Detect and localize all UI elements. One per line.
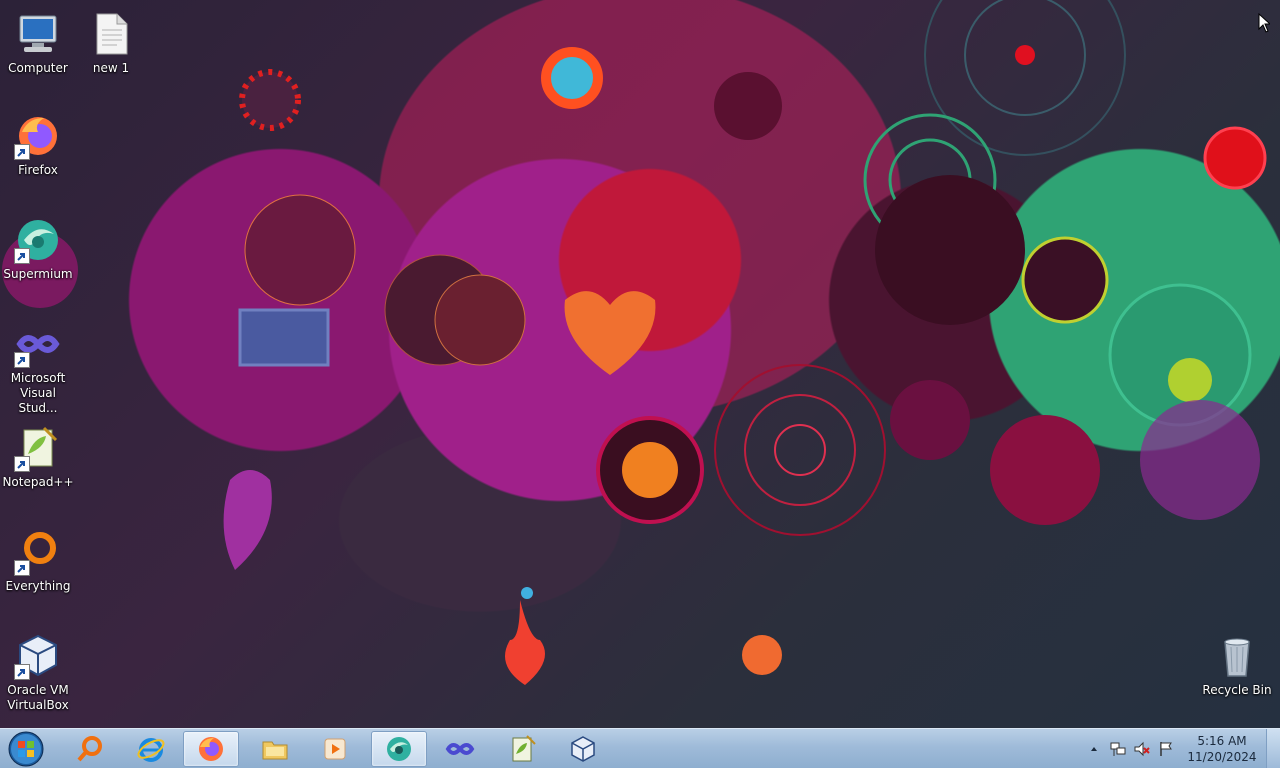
show-hidden-icons-icon[interactable]: [1082, 737, 1106, 761]
desktop-icon-label: Everything: [5, 579, 71, 593]
taskbar-button-internet-explorer[interactable]: [123, 731, 179, 767]
firefox-icon: [199, 737, 223, 761]
clock-time: 5:16 AM: [1197, 734, 1247, 748]
virtualbox-icon: [14, 632, 62, 680]
desktop-icon-label: Computer: [8, 61, 68, 75]
desktop-icon-label: Supermium: [3, 267, 73, 281]
system-tray: 5:16 AM 11/20/2024: [1082, 729, 1280, 768]
desktop-icon-everything[interactable]: Everything: [0, 528, 76, 594]
desktop-icon-supermium[interactable]: Supermium: [0, 216, 76, 282]
start-button[interactable]: [4, 730, 48, 768]
taskbar-button-search-everything[interactable]: [62, 731, 118, 767]
visual-studio-icon: [14, 320, 62, 368]
shortcut-arrow-icon: [14, 664, 30, 680]
internet-explorer-icon: [137, 738, 165, 762]
everything-icon: [14, 528, 62, 576]
desktop-icon-label: Notepad++: [2, 475, 74, 489]
desktop-icon-recycle-bin[interactable]: Recycle Bin: [1199, 632, 1275, 698]
desktop-icon-label: Firefox: [18, 163, 58, 177]
network-icon[interactable]: [1106, 737, 1130, 761]
media-player-icon: [324, 738, 346, 760]
desktop-icon-visual-studio[interactable]: Microsoft Visual Stud...: [0, 320, 76, 416]
firefox-icon: [14, 112, 62, 160]
taskbar-button-media-player[interactable]: [307, 731, 363, 767]
mouse-cursor-icon: [1258, 13, 1270, 33]
recycle-bin-icon: [1213, 632, 1261, 680]
shortcut-arrow-icon: [14, 248, 30, 264]
desktop-icon-computer[interactable]: Computer: [0, 10, 76, 76]
desktop-icon-new-1[interactable]: new 1: [73, 10, 149, 76]
show-desktop-button[interactable]: [1266, 729, 1280, 768]
visual-studio-icon: [445, 743, 475, 755]
notepadpp-icon: [14, 424, 62, 472]
notepadpp-icon: [512, 735, 536, 762]
taskbar-button-file-explorer[interactable]: [247, 731, 303, 767]
virtualbox-icon: [571, 736, 595, 762]
desktop-icon-firefox[interactable]: Firefox: [0, 112, 76, 178]
start-orb-icon: [8, 731, 44, 767]
shortcut-arrow-icon: [14, 456, 30, 472]
taskbar-button-visual-studio[interactable]: [432, 731, 488, 767]
desktop-icon-label: Oracle VM VirtualBox: [7, 683, 69, 712]
taskbar-button-firefox[interactable]: [183, 731, 239, 767]
clock-date: 11/20/2024: [1187, 750, 1257, 764]
taskbar-button-virtualbox[interactable]: [555, 731, 611, 767]
taskbar: 5:16 AM 11/20/2024: [0, 728, 1280, 768]
action-center-flag-icon[interactable]: [1154, 737, 1178, 761]
shortcut-arrow-icon: [14, 144, 30, 160]
supermium-icon: [387, 737, 411, 761]
shortcut-arrow-icon: [14, 352, 30, 368]
taskbar-button-notepadpp[interactable]: [494, 731, 550, 767]
volume-muted-icon[interactable]: [1130, 737, 1154, 761]
desktop-icon-label: Microsoft Visual Stud...: [10, 371, 66, 415]
supermium-icon: [14, 216, 62, 264]
file-explorer-icon: [262, 741, 288, 760]
desktop-icon-label: Recycle Bin: [1202, 683, 1272, 697]
desktop-wallpaper: [0, 0, 1280, 728]
taskbar-button-supermium[interactable]: [371, 731, 427, 767]
computer-icon: [14, 10, 62, 58]
search-everything-icon: [77, 736, 102, 762]
desktop-icon-notepadpp[interactable]: Notepad++: [0, 424, 76, 490]
desktop-icon-label: new 1: [92, 61, 130, 75]
clock[interactable]: 5:16 AM 11/20/2024: [1184, 733, 1260, 765]
desktop-icon-virtualbox[interactable]: Oracle VM VirtualBox: [0, 632, 76, 713]
shortcut-arrow-icon: [14, 560, 30, 576]
text-file-icon: [87, 10, 135, 58]
